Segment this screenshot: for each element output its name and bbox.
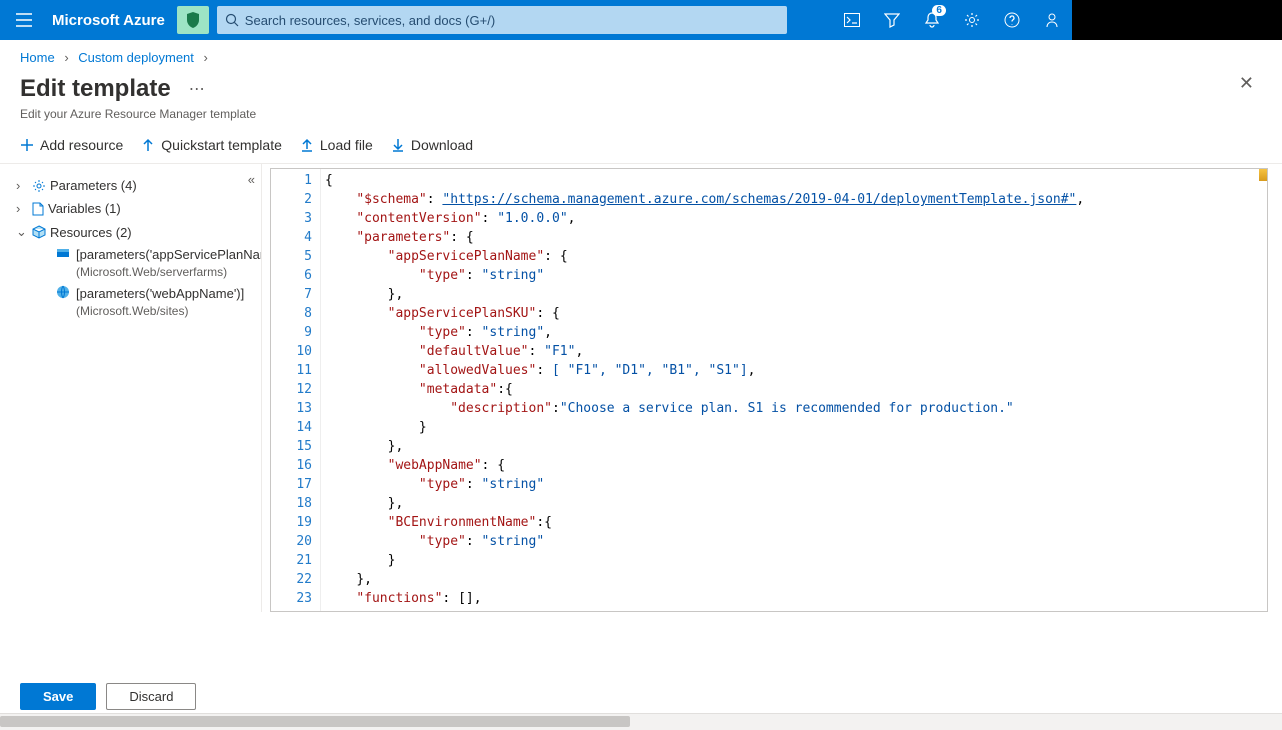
document-icon [32,202,44,216]
code-editor[interactable]: 1234567891011121314151617181920212223 { … [270,168,1268,612]
account-area[interactable] [1072,0,1282,40]
code-content[interactable]: { "$schema": "https://schema.management.… [321,169,1267,611]
download-button[interactable]: Download [391,137,473,153]
chevron-right-icon: › [204,50,208,65]
upload-arrow-icon [141,138,155,152]
load-file-button[interactable]: Load file [300,137,373,153]
chevron-right-icon: › [16,201,28,216]
quickstart-template-button[interactable]: Quickstart template [141,137,282,153]
breadcrumb-home[interactable]: Home [20,50,55,65]
template-outline-panel: « › Parameters (4) › Variables (1) ⌄ Res… [0,164,262,612]
command-toolbar: Add resource Quickstart template Load fi… [0,133,1282,164]
feedback-icon[interactable] [1032,0,1072,40]
gear-icon [32,179,46,193]
top-navigation-bar: Microsoft Azure Search resources, servic… [0,0,1282,40]
upload-icon [300,138,314,152]
search-input[interactable]: Search resources, services, and docs (G+… [217,6,787,34]
page-subtitle: Edit your Azure Resource Manager templat… [0,107,1282,133]
outline-variables-node[interactable]: › Variables (1) [16,197,255,220]
close-icon[interactable]: ✕ [1239,73,1254,94]
collapse-panel-icon[interactable]: « [248,172,255,187]
notification-badge: 6 [932,5,946,16]
brand-label[interactable]: Microsoft Azure [48,12,177,29]
shield-icon[interactable] [177,6,209,34]
app-service-plan-icon [56,246,70,260]
outline-resource-serverfarm[interactable]: [parameters('appServicePlanName (Microso… [16,244,255,283]
page-header: Edit template ⋯ ✕ [0,69,1282,107]
web-app-icon [56,285,70,299]
chevron-right-icon: › [16,178,28,193]
settings-gear-icon[interactable] [952,0,992,40]
page-title: Edit template [20,75,171,103]
editor-marker-icon [1259,169,1267,181]
plus-icon [20,138,34,152]
breadcrumb-custom-deployment[interactable]: Custom deployment [78,50,194,65]
outline-resource-site[interactable]: [parameters('webAppName')] (Microsoft.We… [16,283,255,322]
cube-icon [32,225,46,239]
download-icon [391,138,405,152]
save-button[interactable]: Save [20,683,96,710]
notifications-icon[interactable]: 6 [912,0,952,40]
line-number-gutter: 1234567891011121314151617181920212223 [271,169,321,611]
add-resource-button[interactable]: Add resource [20,137,123,153]
search-placeholder: Search resources, services, and docs (G+… [245,13,495,28]
breadcrumb: Home › Custom deployment › [0,40,1282,69]
outline-resources-node[interactable]: ⌄ Resources (2) [16,220,255,244]
chevron-down-icon: ⌄ [16,224,28,240]
scrollbar-thumb[interactable] [0,716,630,727]
footer-button-bar: Save Discard [20,683,196,710]
more-actions-icon[interactable]: ⋯ [189,79,205,99]
outline-parameters-node[interactable]: › Parameters (4) [16,174,255,197]
hamburger-menu-icon[interactable] [0,0,48,40]
directory-filter-icon[interactable] [872,0,912,40]
search-icon [225,13,239,27]
cloud-shell-icon[interactable] [832,0,872,40]
chevron-right-icon: › [64,50,68,65]
horizontal-scrollbar[interactable] [0,713,1282,730]
help-icon[interactable] [992,0,1032,40]
discard-button[interactable]: Discard [106,683,196,710]
